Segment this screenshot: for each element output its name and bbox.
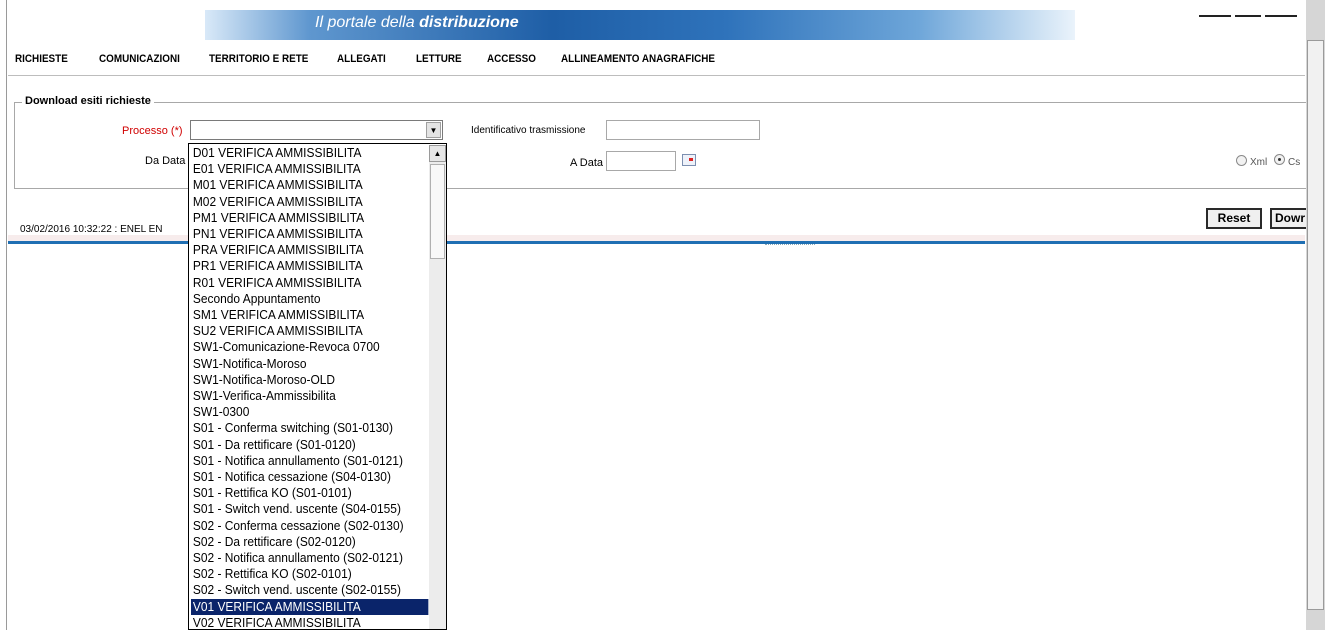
nav-comunicazioni[interactable]: COMUNICAZIONI (99, 53, 184, 65)
banner-title: Il portale della distribuzione (315, 14, 519, 31)
nav-allineamento-anagrafiche[interactable]: ALLINEAMENTO ANAGRAFICHE (561, 53, 715, 65)
top-right-decoration (1199, 15, 1299, 17)
dropdown-option[interactable]: S02 - Switch vend. uscente (S02-0155) (191, 582, 410, 598)
dropdown-option[interactable]: S01 - Conferma switching (S01-0130) (191, 420, 410, 436)
dropdown-option[interactable]: SW1-Verifica-Ammissibilita (191, 388, 410, 404)
dropdown-option[interactable]: SW1-Notifica-Moroso (191, 356, 410, 372)
portal-banner: Il portale della distribuzione (205, 10, 1075, 40)
format-xml-radio[interactable] (1236, 155, 1247, 166)
da-data-label: Da Data (145, 155, 186, 167)
dropdown-option[interactable]: V02 VERIFICA AMMISSIBILITA (191, 615, 410, 629)
a-data-label: A Data (570, 157, 604, 169)
nav-letture[interactable]: LETTURE (416, 53, 466, 65)
dropdown-option[interactable]: D01 VERIFICA AMMISSIBILITA (191, 145, 410, 161)
dropdown-option[interactable]: S01 - Notifica annullamento (S01-0121) (191, 453, 410, 469)
nav-allegati[interactable]: ALLEGATI (337, 53, 394, 65)
nav-accesso[interactable]: ACCESSO (487, 53, 539, 65)
dropdown-option[interactable]: S01 - Notifica cessazione (S04-0130) (191, 469, 410, 485)
dropdown-option[interactable]: S02 - Rettifica KO (S02-0101) (191, 566, 410, 582)
status-text: 03/02/2016 10:32:22 : ENEL EN (20, 224, 163, 235)
dropdown-option[interactable]: PR1 VERIFICA AMMISSIBILITA (191, 258, 410, 274)
format-csv-label: Cs (1288, 157, 1301, 168)
dropdown-option[interactable]: M01 VERIFICA AMMISSIBILITA (191, 177, 410, 193)
processo-label: Processo (*) (122, 125, 183, 137)
identificativo-label: Identificativo trasmissione (471, 125, 586, 136)
dropdown-option[interactable]: E01 VERIFICA AMMISSIBILITA (191, 161, 410, 177)
dropdown-option[interactable]: Secondo Appuntamento (191, 291, 410, 307)
dropdown-option[interactable]: S01 - Da rettificare (S01-0120) (191, 437, 410, 453)
dropdown-option[interactable]: S02 - Da rettificare (S02-0120) (191, 534, 410, 550)
dropdown-option[interactable]: SW1-0300 (191, 404, 410, 420)
chevron-up-icon[interactable]: ▲ (429, 145, 446, 162)
dropdown-option[interactable]: S01 - Rettifica KO (S01-0101) (191, 485, 410, 501)
nav-separator (8, 75, 1305, 76)
dropdown-option[interactable]: PRA VERIFICA AMMISSIBILITA (191, 242, 410, 258)
frame-left-border (6, 0, 7, 630)
dropdown-option[interactable]: V01 VERIFICA AMMISSIBILITA (191, 598, 429, 615)
dropdown-option[interactable]: SM1 VERIFICA AMMISSIBILITA (191, 307, 410, 323)
a-data-input[interactable] (606, 151, 676, 171)
dropdown-scrollbar-thumb[interactable] (430, 164, 445, 259)
dropdown-option[interactable]: SW1-Comunicazione-Revoca 0700 (191, 339, 410, 355)
dropdown-option[interactable]: SW1-Notifica-Moroso-OLD (191, 372, 410, 388)
reset-button[interactable]: Reset (1206, 208, 1262, 229)
page-scrollbar-thumb[interactable] (1307, 40, 1324, 610)
identificativo-input[interactable] (606, 120, 760, 140)
dropdown-option[interactable]: PN1 VERIFICA AMMISSIBILITA (191, 226, 410, 242)
dropdown-option[interactable]: S02 - Conferma cessazione (S02-0130) (191, 518, 410, 534)
format-xml-label: Xml (1250, 157, 1268, 168)
dropdown-option[interactable]: S01 - Switch vend. uscente (S04-0155) (191, 501, 410, 517)
main-nav: RICHIESTE COMUNICAZIONI TERRITORIO E RET… (15, 53, 748, 65)
dropdown-option[interactable]: R01 VERIFICA AMMISSIBILITA (191, 275, 410, 291)
dropdown-option[interactable]: S02 - Notifica annullamento (S02-0121) (191, 550, 410, 566)
faint-divider (765, 244, 815, 246)
dropdown-option[interactable]: M02 VERIFICA AMMISSIBILITA (191, 194, 410, 210)
chevron-down-icon[interactable]: ▼ (426, 122, 441, 138)
dropdown-option[interactable]: SU2 VERIFICA AMMISSIBILITA (191, 323, 410, 339)
processo-select[interactable]: ▼ (190, 120, 443, 140)
processo-dropdown-list[interactable]: V02 VERIFICA AMMISSIBILITA V01 VERIFICA A… (188, 143, 447, 630)
fieldset-legend: Download esiti richieste (22, 95, 154, 107)
dropdown-option[interactable]: PM1 VERIFICA AMMISSIBILITA (191, 210, 410, 226)
calendar-icon[interactable] (682, 154, 696, 166)
format-csv-radio[interactable] (1274, 154, 1285, 165)
nav-richieste[interactable]: RICHIESTE (15, 53, 76, 65)
nav-territorio-e-rete[interactable]: TERRITORIO E RETE (209, 53, 310, 65)
download-button[interactable]: Dowr (1270, 208, 1310, 229)
